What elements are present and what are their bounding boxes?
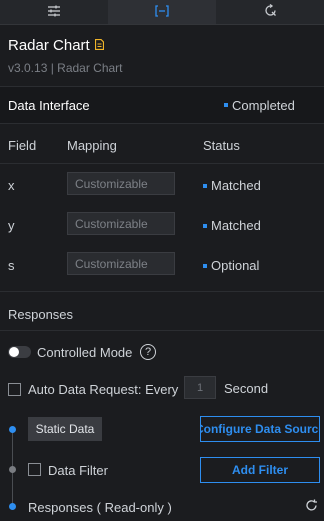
controlled-mode-toggle[interactable] — [8, 346, 31, 358]
interaction-icon — [264, 3, 277, 20]
data-interface-status: Completed — [224, 98, 295, 113]
controlled-mode-label: Controlled Mode — [37, 345, 133, 360]
divider — [0, 163, 324, 164]
tab-data[interactable] — [108, 0, 216, 24]
interval-input[interactable]: 1 — [184, 376, 216, 399]
responses-readonly-label: Responses ( Read-only ) — [28, 500, 172, 515]
status-text: Matched — [211, 218, 261, 233]
configure-data-source-button[interactable]: Configure Data Source — [200, 416, 320, 442]
auto-request-checkbox[interactable] — [8, 383, 21, 396]
panel-tabs — [0, 0, 324, 25]
data-filter-label: Data Filter — [48, 463, 108, 478]
pipeline-node-active-icon — [9, 426, 16, 433]
data-interface-title: Data Interface — [8, 97, 90, 113]
status-dot-icon — [203, 263, 207, 268]
data-filter-checkbox[interactable] — [28, 463, 41, 476]
status-dot-icon — [203, 183, 207, 188]
field-name-x: x — [8, 178, 15, 193]
tab-interaction[interactable] — [216, 0, 324, 24]
data-interface-icon — [155, 4, 169, 20]
status-text: Matched — [211, 178, 261, 193]
interval-unit-label: Second — [224, 381, 269, 396]
static-data-tag[interactable]: Static Data — [28, 417, 102, 441]
tab-settings[interactable] — [0, 0, 108, 24]
column-header-mapping: Mapping — [67, 138, 117, 153]
add-filter-button[interactable]: Add Filter — [200, 457, 320, 483]
document-icon[interactable] — [94, 38, 104, 53]
status-text: Optional — [211, 258, 260, 273]
mapping-input-x[interactable] — [67, 172, 175, 195]
field-status-x: Matched — [203, 178, 261, 193]
responses-title: Responses — [8, 307, 74, 322]
sliders-icon — [47, 5, 61, 20]
help-icon[interactable]: ? — [140, 344, 156, 360]
field-name-s: s — [8, 258, 15, 273]
column-header-field: Field — [8, 138, 37, 153]
pipeline-node-icon — [9, 466, 16, 473]
auto-request-label: Auto Data Request: Every — [28, 382, 179, 397]
field-status-y: Matched — [203, 218, 261, 233]
component-header: Radar Chart — [8, 37, 104, 54]
status-dot-icon — [203, 223, 207, 228]
status-text: Completed — [232, 97, 295, 113]
mapping-input-y[interactable] — [67, 212, 175, 235]
pipeline-node-end-icon — [9, 503, 16, 510]
component-title: Radar Chart — [8, 37, 90, 54]
divider — [0, 330, 324, 331]
data-interface-bar: Data Interface Completed — [0, 86, 324, 124]
mapping-input-s[interactable] — [67, 252, 175, 275]
component-version: v3.0.13 | Radar Chart — [8, 61, 123, 75]
column-header-status: Status — [203, 138, 240, 153]
field-status-s: Optional — [203, 258, 259, 273]
status-dot-icon — [224, 103, 228, 107]
refresh-icon[interactable] — [305, 499, 318, 515]
toggle-knob — [9, 347, 19, 357]
field-name-y: y — [8, 218, 15, 233]
divider — [0, 291, 324, 292]
